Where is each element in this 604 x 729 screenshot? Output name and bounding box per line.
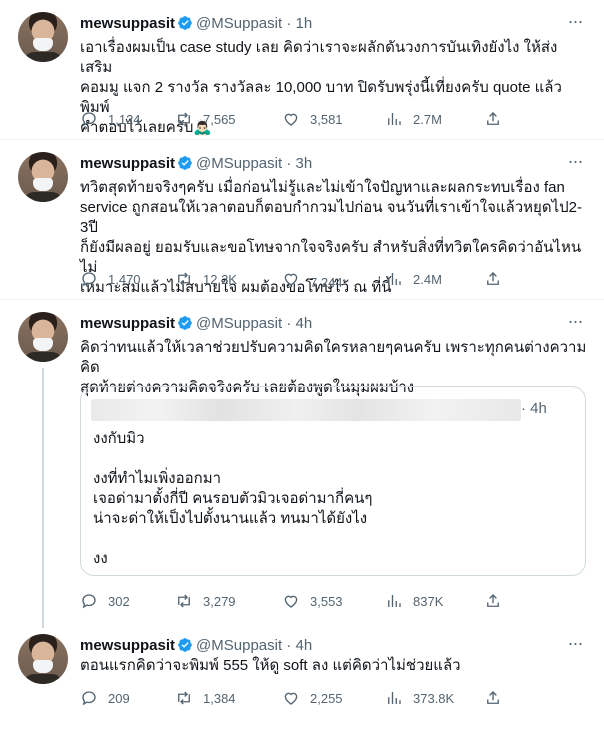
- like-button[interactable]: 7,244: [282, 268, 343, 290]
- display-name[interactable]: mewsuppasit: [80, 15, 175, 32]
- verified-badge-icon: [178, 316, 192, 330]
- reply-icon: [82, 691, 96, 706]
- views-chart-icon: [388, 273, 401, 285]
- share-button[interactable]: [484, 590, 512, 612]
- quoted-tweet[interactable]: · 4h งงกับมิว งงที่ทำไมเพิ่งออกมา เจอด่า…: [80, 386, 586, 576]
- retweet-button[interactable]: 3,279: [175, 590, 236, 612]
- retweet-count: 1,384: [203, 690, 236, 706]
- share-button[interactable]: [484, 268, 512, 290]
- tweet-header: mewsuppasit @MSuppasit · 3h: [80, 154, 312, 174]
- reply-button[interactable]: 1,124: [80, 108, 141, 130]
- reply-count: 1,124: [108, 111, 141, 127]
- thread-connector: [42, 368, 44, 628]
- quoted-timestamp: · 4h: [521, 400, 547, 417]
- retweet-count: 3,279: [203, 593, 236, 609]
- blurred-author: [91, 399, 521, 421]
- timestamp[interactable]: · 3h: [286, 155, 312, 172]
- timestamp[interactable]: · 1h: [286, 15, 312, 32]
- avatar[interactable]: [18, 12, 68, 62]
- heart-icon: [284, 595, 298, 608]
- retweet-button[interactable]: 12.2K: [175, 268, 237, 290]
- reply-icon: [82, 112, 96, 127]
- views-chart-icon: [388, 692, 401, 704]
- share-icon: [487, 594, 499, 607]
- tweet[interactable]: mewsuppasit @MSuppasit · 4h ··· ตอนแรกคิด…: [0, 622, 604, 729]
- more-options-icon[interactable]: ···: [564, 312, 586, 334]
- tweet-actions: 209 1,384 2,255 373.8K: [80, 687, 510, 709]
- tweet[interactable]: mewsuppasit @MSuppasit · 4h ··· คิดว่าทนแ…: [0, 300, 604, 628]
- like-count: 3,581: [310, 111, 343, 127]
- timestamp[interactable]: · 4h: [286, 637, 312, 654]
- more-options-icon[interactable]: ···: [564, 12, 586, 34]
- retweet-icon: [178, 272, 190, 286]
- like-button[interactable]: 2,255: [282, 687, 343, 709]
- retweet-count: 7,565: [203, 111, 236, 127]
- display-name[interactable]: mewsuppasit: [80, 315, 175, 332]
- share-icon: [487, 691, 499, 704]
- share-icon: [487, 272, 499, 285]
- more-options-icon[interactable]: ···: [564, 152, 586, 174]
- retweet-icon: [178, 691, 190, 705]
- view-count: 373.8K: [413, 690, 455, 706]
- view-count: 2.7M: [413, 111, 442, 127]
- view-count: 837K: [413, 593, 444, 609]
- retweet-button[interactable]: 7,565: [175, 108, 236, 130]
- handle[interactable]: @MSuppasit: [196, 637, 282, 654]
- display-name[interactable]: mewsuppasit: [80, 637, 175, 654]
- views-button[interactable]: 2.7M: [385, 108, 442, 130]
- reply-count: 302: [108, 593, 130, 609]
- views-button[interactable]: 837K: [385, 590, 443, 612]
- views-chart-icon: [388, 595, 401, 607]
- retweet-count: 12.2K: [203, 271, 237, 287]
- like-count: 7,244: [310, 274, 343, 290]
- display-name[interactable]: mewsuppasit: [80, 155, 175, 172]
- reply-icon: [82, 272, 96, 287]
- share-icon: [487, 112, 499, 125]
- heart-icon: [284, 692, 298, 705]
- views-button[interactable]: 373.8K: [385, 687, 454, 709]
- views-chart-icon: [388, 113, 401, 125]
- avatar[interactable]: [18, 634, 68, 684]
- views-button[interactable]: 2.4M: [385, 268, 442, 290]
- reply-icon: [82, 594, 96, 609]
- verified-badge-icon: [178, 16, 192, 30]
- like-button[interactable]: 3,581: [282, 108, 343, 130]
- like-count: 2,255: [310, 690, 343, 706]
- avatar[interactable]: [18, 312, 68, 362]
- tweet-header: mewsuppasit @MSuppasit · 4h: [80, 314, 312, 334]
- tweet[interactable]: mewsuppasit @MSuppasit · 1h ··· เอาเรื่อง…: [0, 0, 604, 140]
- verified-badge-icon: [178, 156, 192, 170]
- handle[interactable]: @MSuppasit: [196, 155, 282, 172]
- quoted-text: งงกับมิว งงที่ทำไมเพิ่งออกมา เจอด่ามาตั้…: [93, 430, 373, 567]
- tweet[interactable]: mewsuppasit @MSuppasit · 3h ··· ทวิตสุดท้…: [0, 140, 604, 300]
- tweet-text: ตอนแรกคิดว่าจะพิมพ์ 555 ให้ดู soft ลง แต…: [80, 657, 461, 674]
- tweet-actions: 1,124 7,565 3,581 2.7M: [80, 108, 510, 130]
- reply-button[interactable]: 209: [80, 687, 130, 709]
- verified-badge-icon: [178, 638, 192, 652]
- like-count: 3,553: [310, 593, 343, 609]
- share-button[interactable]: [484, 687, 512, 709]
- share-button[interactable]: [484, 108, 512, 130]
- reply-count: 209: [108, 690, 130, 706]
- timestamp[interactable]: · 4h: [286, 315, 312, 332]
- avatar[interactable]: [18, 152, 68, 202]
- tweet-actions: 1,470 12.2K 7,244 2.4M: [80, 268, 510, 290]
- handle[interactable]: @MSuppasit: [196, 15, 282, 32]
- view-count: 2.4M: [413, 271, 442, 287]
- tweet-header: mewsuppasit @MSuppasit · 1h: [80, 14, 312, 34]
- heart-icon: [284, 273, 298, 286]
- retweet-icon: [178, 112, 190, 126]
- reply-button[interactable]: 1,470: [80, 268, 141, 290]
- handle[interactable]: @MSuppasit: [196, 315, 282, 332]
- reply-count: 1,470: [108, 271, 141, 287]
- tweet-header: mewsuppasit @MSuppasit · 4h: [80, 636, 312, 656]
- tweet-actions: 302 3,279 3,553 837K: [80, 590, 510, 612]
- more-options-icon[interactable]: ···: [564, 634, 586, 656]
- retweet-button[interactable]: 1,384: [175, 687, 236, 709]
- reply-button[interactable]: 302: [80, 590, 130, 612]
- heart-icon: [284, 113, 298, 126]
- like-button[interactable]: 3,553: [282, 590, 343, 612]
- retweet-icon: [178, 594, 190, 608]
